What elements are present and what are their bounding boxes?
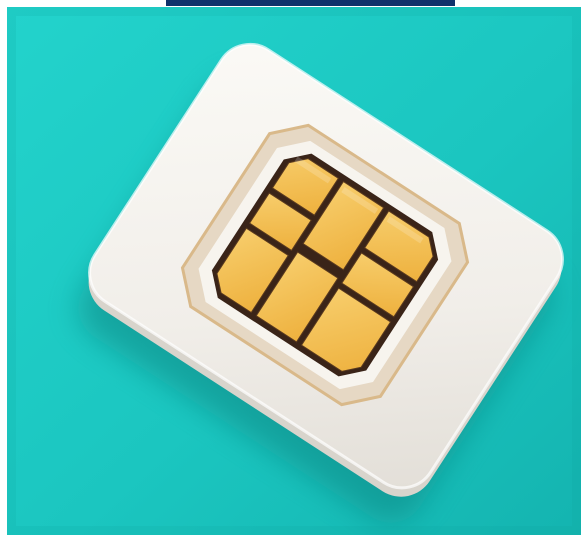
sim-card-illustration [7, 7, 581, 535]
page [0, 0, 581, 535]
top-banner-strip [166, 0, 455, 6]
sim-card-photo [7, 7, 581, 535]
